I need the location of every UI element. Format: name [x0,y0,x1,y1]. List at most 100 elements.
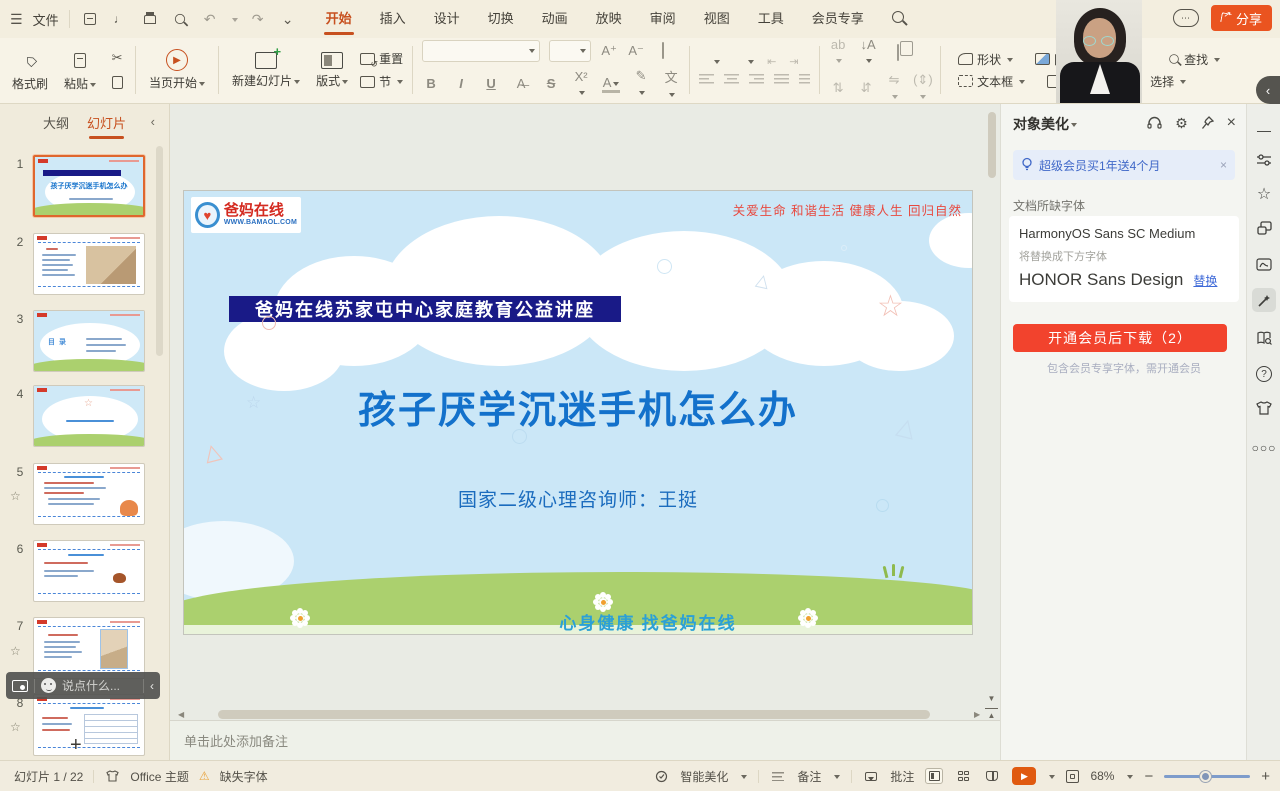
member-tip-banner[interactable]: 超级会员买1年送4个月 × [1013,150,1235,180]
slide-thumbnail-8[interactable] [33,694,145,756]
format-painter-button[interactable]: ⌂ 格式刷 [8,48,52,92]
shape-convert-icon[interactable] [1252,216,1276,240]
scroll-down-icon[interactable]: ▼ [985,692,998,705]
section-button[interactable]: 节 [360,73,403,90]
tab-transitions[interactable]: 切换 [474,0,528,38]
replace-link[interactable]: 替换 [1193,272,1217,289]
reference-book-icon[interactable] [1252,326,1276,350]
cloud-sync-icon[interactable]: ⋯ [1173,9,1199,27]
slide-thumbnail-5[interactable] [33,463,145,525]
undo-button[interactable]: ↶ [200,9,220,29]
zoom-in-button[interactable]: + [1261,768,1270,785]
add-slide-button[interactable]: + [70,734,82,757]
tab-home[interactable]: 开始 [312,0,366,38]
slide-sorter-view-button[interactable] [954,768,972,784]
vertical-text-button[interactable]: ↓A [859,37,877,67]
text-effects-button[interactable]: 文 [662,67,680,101]
strikethrough-button[interactable]: S [542,76,560,91]
tip-close-icon[interactable]: × [1220,158,1227,172]
reset-button[interactable]: 重置 [360,50,403,67]
slide-thumbnail-4[interactable]: ☆ [33,385,145,447]
missing-font-warning[interactable]: 缺失字体 [220,768,268,785]
file-menu[interactable]: 文件 [33,10,59,29]
screen-share-camera-icon[interactable] [12,680,28,692]
ribbon-collapse-chevron-button[interactable]: ‹ [1256,76,1280,104]
text-direction-button[interactable]: ab [829,37,847,67]
theme-name[interactable]: Office 主题 [130,768,188,785]
collapse-rail-icon[interactable]: — [1252,118,1276,142]
decrease-font-button[interactable]: A⁻ [627,43,645,59]
copy-button[interactable] [108,73,126,91]
print-button[interactable] [140,9,160,29]
download-after-membership-button[interactable]: 开通会员后下载（2） [1013,324,1227,352]
share-button[interactable]: 分享 [1211,5,1272,31]
chat-collapse-chevron-icon[interactable]: ‹ [150,679,154,693]
star-icon[interactable]: ☆ [10,644,21,658]
live-chat-bar[interactable]: 说点什么... ‹ [6,672,160,699]
slide-thumbnail-6[interactable] [33,540,145,602]
line-spacing-button[interactable]: ⇅ [829,80,847,96]
reading-view-button[interactable] [983,768,1001,784]
slide-thumbnail-2[interactable] [33,233,145,295]
save-button[interactable] [80,9,100,29]
decrease-indent-button[interactable]: ⇤ [767,55,776,68]
cut-button[interactable]: ✂ [108,49,126,67]
spacing-options-button[interactable]: ⇋ [885,72,903,103]
zoom-level[interactable]: 68% [1090,769,1114,783]
char-border-button[interactable]: A̶ [512,76,530,91]
select-button[interactable]: 选择 [1150,73,1186,90]
beautify-wand-icon[interactable] [1252,288,1276,312]
support-headset-icon[interactable] [1147,116,1162,130]
print-preview-button[interactable] [170,9,190,29]
layout-button[interactable]: 版式 [312,52,352,89]
star-icon[interactable]: ☆ [10,489,21,503]
settings-gear-icon[interactable]: ⚙ [1175,115,1188,132]
zoom-slider-knob[interactable] [1200,771,1211,782]
convert-smartart-button[interactable] [889,45,907,60]
slideshow-play-button[interactable]: ▶ [1012,767,1036,785]
slide-banner[interactable]: 爸妈在线苏家屯中心家庭教育公益讲座 [229,296,621,322]
superscript-button[interactable]: X² [572,69,590,99]
favorites-star-icon[interactable]: ☆ [1252,182,1276,206]
comments-button[interactable]: 批注 [890,768,914,785]
slide-thumbnail-3[interactable]: 目 录 [33,310,145,372]
font-size-select[interactable] [549,40,591,62]
para-spacing-button[interactable]: ⇵ [857,80,875,96]
slide-title[interactable]: 孩子厌学沉迷手机怎么办 [184,379,972,434]
slide-presenter[interactable]: 国家二级心理咨询师：王挺 [184,485,972,512]
font-name-select[interactable] [422,40,540,62]
help-icon[interactable]: ? [1252,362,1276,386]
tab-view[interactable]: 视图 [690,0,744,38]
normal-view-button[interactable] [925,768,943,784]
tab-design[interactable]: 设计 [420,0,474,38]
webcam-video-feed[interactable] [1056,0,1142,103]
close-panel-icon[interactable]: × [1227,114,1236,132]
underline-button[interactable]: U [482,76,500,91]
horizontal-scrollbar[interactable]: ◀ ▶ [178,708,984,720]
more-options-icon[interactable]: ○○○ [1252,436,1276,460]
zoom-out-button[interactable]: − [1144,768,1153,785]
zoom-chevron-icon[interactable] [1127,775,1133,782]
textbox-button[interactable]: 文本框 [958,73,1025,90]
panel-collapse-chevron-icon[interactable]: ‹ [151,114,155,129]
hamburger-menu-icon[interactable]: ☰ [10,11,23,28]
panel-scrollbar[interactable] [156,146,163,356]
bamaol-logo[interactable]: ♥ 爸妈在线 WWW.BAMAOL.COM [191,197,301,233]
horizontal-scroll-thumb[interactable] [218,710,930,719]
justify-button[interactable] [774,73,789,86]
play-from-current-button[interactable]: ▶ 当页开始 [145,43,209,97]
panel-title[interactable]: 对象美化 [1013,114,1077,134]
bold-button[interactable]: B [422,76,440,91]
tab-slides[interactable]: 幻灯片 [87,113,126,132]
clear-format-button[interactable] [654,43,672,58]
properties-sliders-icon[interactable] [1252,148,1276,172]
new-slide-button[interactable]: 新建幻灯片 [228,52,304,89]
skin-theme-icon[interactable] [1252,396,1276,420]
chat-input[interactable]: 说点什么... [62,677,137,694]
pin-icon[interactable] [1201,116,1214,130]
zoom-slider[interactable] [1164,775,1250,778]
slide-thumbnail-7[interactable] [33,617,145,679]
align-right-button[interactable] [749,73,764,86]
notes-button[interactable]: 备注 [797,768,821,785]
tab-slideshow[interactable]: 放映 [582,0,636,38]
